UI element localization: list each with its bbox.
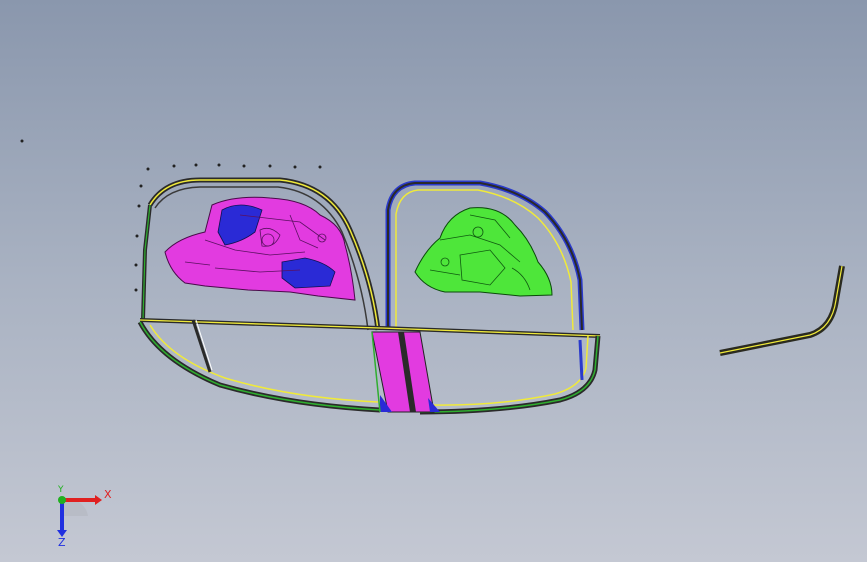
x-axis-arrowhead (95, 495, 102, 505)
center-pillar[interactable] (371, 331, 440, 413)
left-door-lower-contour[interactable] (137, 319, 381, 413)
seal-strip-part[interactable] (719, 265, 845, 356)
orientation-triad[interactable]: X Y Z (40, 478, 120, 548)
y-axis-dot (58, 496, 66, 504)
cad-viewport[interactable]: X Y Z (0, 0, 867, 562)
belt-line-rail[interactable] (139, 318, 601, 338)
z-axis-label: Z (58, 536, 66, 548)
right-door-lower-contour[interactable] (419, 335, 601, 415)
right-inner-panel[interactable] (414, 207, 553, 297)
x-axis-label: X (104, 488, 112, 501)
y-axis-label: Y (57, 485, 64, 495)
door-assembly-model[interactable] (0, 0, 867, 562)
left-inner-panel[interactable] (164, 196, 356, 301)
